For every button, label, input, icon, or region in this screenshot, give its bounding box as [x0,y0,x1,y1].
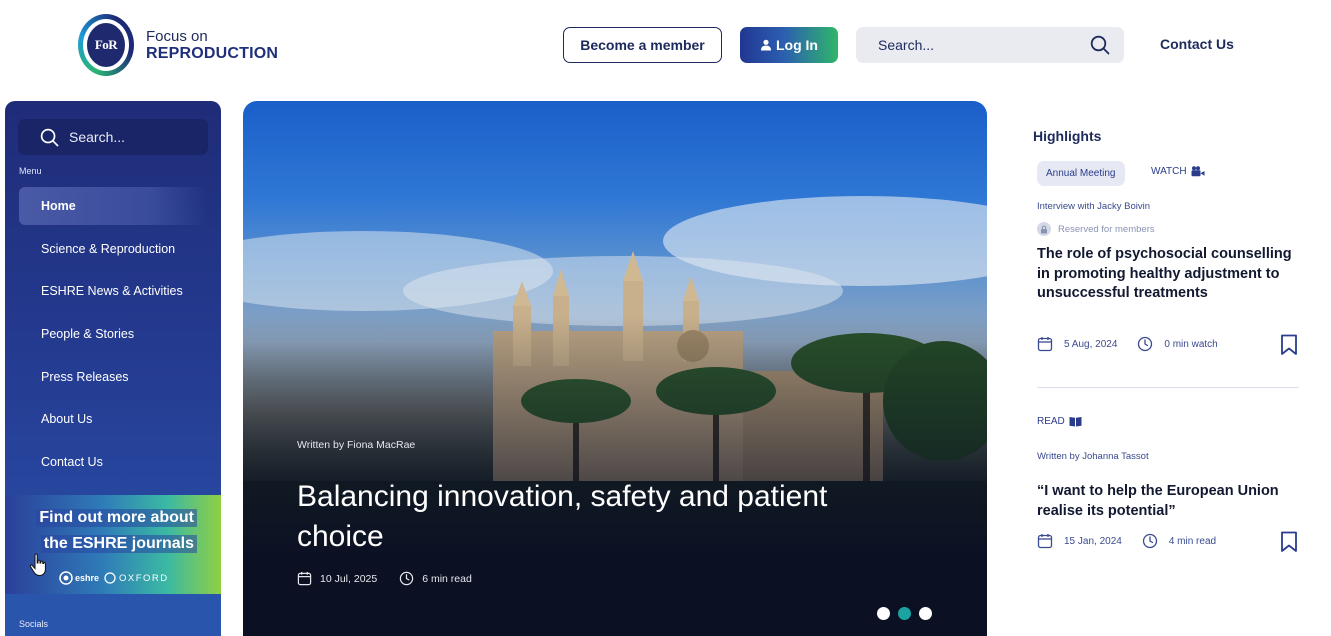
search-icon[interactable] [1090,35,1110,55]
logo-mark: FoR [78,14,134,76]
bookmark-icon[interactable] [1280,531,1298,553]
banner-line1: Find out more about [36,509,197,527]
eshre-journals-banner[interactable]: Find out more about the ESHRE journals e… [5,495,221,594]
sidebar-item-press-releases[interactable]: Press Releases [19,358,207,396]
reserved-badge: Reserved for members [1037,222,1155,236]
card2-author: Written by Johanna Tassot [1037,451,1149,462]
carousel-dots [877,607,940,620]
hand-pointer-icon [29,553,46,577]
calendar-icon [1037,337,1053,352]
card1-date: 5 Aug, 2024 [1064,338,1118,350]
calendar-icon [1037,534,1053,549]
socials-label: Socials [19,619,49,629]
header-search-input[interactable] [878,37,1090,53]
lock-icon [1037,222,1051,236]
reserved-text: Reserved for members [1058,223,1155,235]
site-logo[interactable]: FoR Focus on REPRODUCTION [78,14,278,76]
oxford-logo-text: OXFORD [119,572,169,584]
logo-text: Focus on REPRODUCTION [146,28,278,62]
eshre-logo: eshre [59,571,99,585]
sidebar-menu: Home Science & Reproduction ESHRE News &… [19,187,207,486]
become-member-button[interactable]: Become a member [563,27,722,63]
menu-caption: Menu [19,166,42,176]
sidebar-item-people-stories[interactable]: People & Stories [19,315,207,353]
login-label: Log In [776,37,818,53]
tag-annual-meeting[interactable]: Annual Meeting [1037,161,1125,186]
bookmark-icon[interactable] [1280,334,1298,356]
sidebar: Menu Home Science & Reproduction ESHRE N… [5,101,221,636]
clock-icon [1138,336,1153,352]
login-button[interactable]: Log In [740,27,838,63]
logo-mark-text: FoR [87,23,125,67]
book-icon [1069,417,1082,427]
sidebar-item-eshre-news[interactable]: ESHRE News & Activities [19,272,207,310]
calendar-icon [297,571,312,586]
oxford-logo-icon [104,572,116,584]
oxford-logo: OXFORD [104,572,169,584]
user-icon [761,39,771,51]
carousel-dot-1[interactable] [877,607,890,620]
watch-label: WATCH [1151,166,1205,177]
carousel-dot-3[interactable] [919,607,932,620]
sidebar-search[interactable] [18,119,208,155]
search-icon[interactable] [40,128,59,147]
hero-carousel[interactable]: Written by Fiona MacRae Balancing innova… [243,101,987,636]
logo-line2: REPRODUCTION [146,45,279,62]
sidebar-search-input[interactable] [69,129,199,145]
clock-icon [400,571,414,586]
card2-date: 15 Jan, 2024 [1064,535,1122,547]
card2-duration: 4 min read [1168,535,1217,547]
hero-title[interactable]: Balancing innovation, safety and patient… [297,477,897,557]
card1-meta: 5 Aug, 2024 0 min watch [1037,336,1218,352]
sidebar-item-contact-us[interactable]: Contact Us [19,443,207,481]
hero-date: 10 Jul, 2025 [320,572,378,585]
eshre-logo-text: eshre [75,573,100,583]
read-text: READ [1037,416,1065,427]
card1-title[interactable]: The role of psychosocial counselling in … [1037,245,1292,304]
highlights-divider [1037,387,1299,388]
eshre-logo-icon [59,571,73,585]
carousel-dot-2[interactable] [898,607,911,620]
sidebar-item-science-reproduction[interactable]: Science & Reproduction [19,230,207,268]
header-contact-link[interactable]: Contact Us [1160,36,1234,52]
hero-meta: 10 Jul, 2025 6 min read [297,571,472,586]
highlights-title: Highlights [1033,128,1102,144]
hero-author: Written by Fiona MacRae [297,439,416,451]
video-camera-icon [1191,166,1205,177]
hero-read-time: 6 min read [422,572,472,585]
card2-title[interactable]: “I want to help the European Union reali… [1037,482,1292,521]
card1-subtitle: Interview with Jacky Boivin [1037,201,1150,212]
card2-meta: 15 Jan, 2024 4 min read [1037,533,1216,549]
watch-text: WATCH [1151,166,1187,177]
header-search[interactable] [856,27,1124,63]
clock-icon [1142,533,1157,549]
logo-line1: Focus on [146,28,208,45]
banner-line2: the ESHRE journals [40,535,197,553]
sidebar-item-about-us[interactable]: About Us [19,400,207,438]
card1-duration: 0 min watch [1164,338,1218,350]
sidebar-item-home[interactable]: Home [19,187,207,225]
read-label: READ [1037,416,1082,427]
